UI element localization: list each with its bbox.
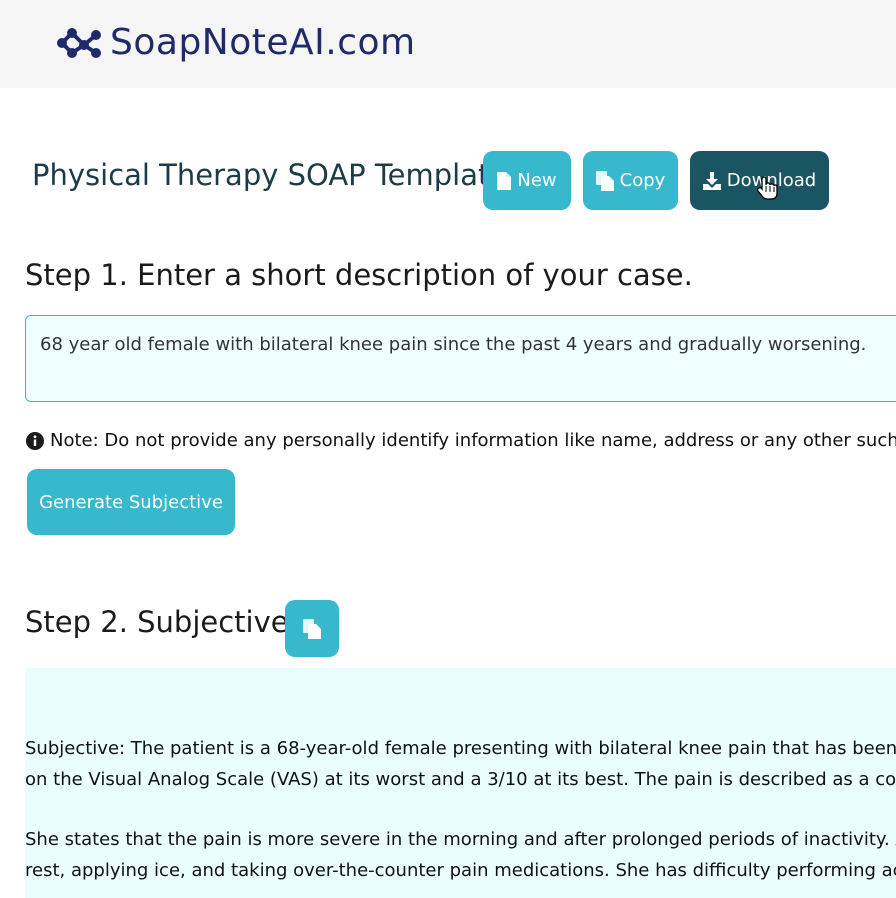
- generate-subjective-label: Generate Subjective: [39, 491, 223, 513]
- privacy-note: Note: Do not provide any personally iden…: [26, 430, 896, 451]
- subjective-line: Subjective: The patient is a 68-year-old…: [25, 738, 896, 759]
- copy-subjective-button[interactable]: [285, 600, 339, 657]
- page-title: Physical Therapy SOAP Template: [32, 158, 508, 192]
- copy-button-label: Copy: [619, 170, 666, 191]
- info-circle-icon: [26, 431, 44, 450]
- app-header: SoapNoteAI.com: [0, 0, 896, 88]
- new-button-label: New: [517, 170, 557, 191]
- privacy-note-text: Note: Do not provide any personally iden…: [50, 430, 896, 451]
- brand-name: SoapNoteAI.com: [110, 22, 416, 63]
- brand-logo[interactable]: SoapNoteAI.com: [54, 22, 416, 63]
- generate-subjective-button[interactable]: Generate Subjective: [27, 469, 235, 535]
- download-icon: [702, 171, 721, 190]
- copy-button[interactable]: Copy: [583, 151, 678, 210]
- subjective-paragraph: She states that the pain is more severe …: [25, 824, 896, 886]
- step2-title: Step 2. Subjective: [25, 605, 289, 639]
- molecule-logo-icon: [57, 27, 101, 58]
- subjective-line: on the Visual Analog Scale (VAS) at its …: [25, 769, 896, 790]
- file-icon: [497, 171, 512, 190]
- new-button[interactable]: New: [483, 151, 571, 210]
- subjective-line: rest, applying ice, and taking over-the-…: [25, 860, 896, 881]
- subjective-line: She states that the pain is more severe …: [25, 829, 896, 850]
- copy-icon: [303, 618, 321, 639]
- case-description-input[interactable]: 68 year old female with bilateral knee p…: [25, 315, 896, 402]
- copy-icon: [595, 170, 614, 191]
- subjective-paragraph: Subjective: The patient is a 68-year-old…: [25, 733, 896, 795]
- hand-pointer-icon: [757, 176, 778, 200]
- step1-title: Step 1. Enter a short description of you…: [25, 258, 693, 292]
